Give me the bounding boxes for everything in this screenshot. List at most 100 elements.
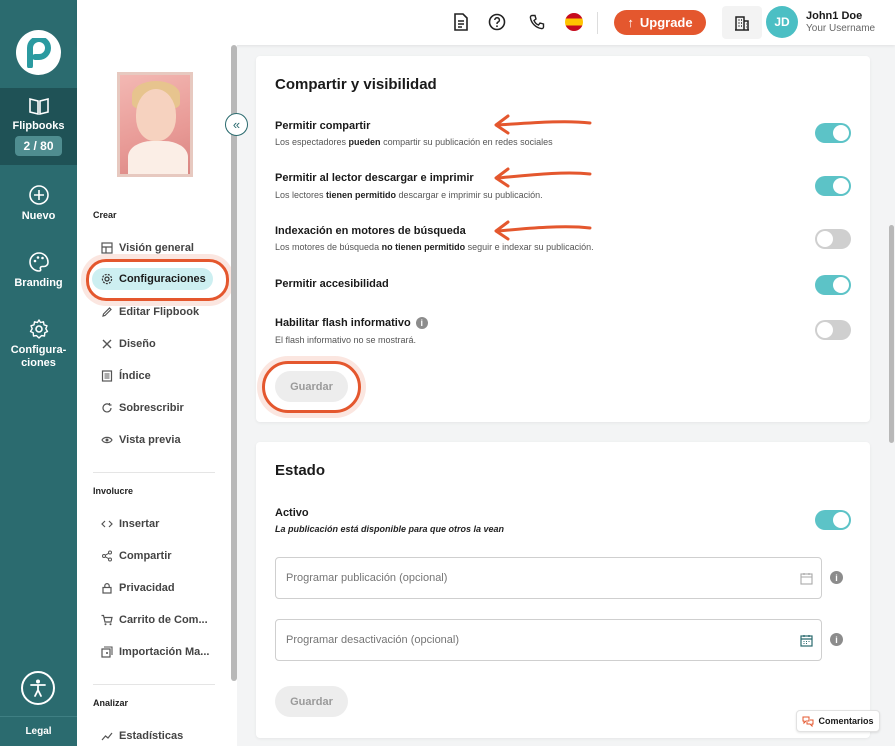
cover-body — [128, 141, 188, 174]
sidebar-item-label: Índice — [119, 370, 151, 382]
toggle-accessibility[interactable] — [815, 275, 851, 295]
pencil-icon — [102, 307, 112, 317]
toggle-search-indexing[interactable] — [815, 229, 851, 249]
sidebar-item-stats[interactable]: Estadísticas — [101, 729, 183, 743]
gear-icon — [101, 273, 113, 285]
sidebar-item-overwrite[interactable]: Sobrescribir — [101, 401, 184, 415]
sidebar-item-edit-flipbook[interactable]: Editar Flipbook — [101, 305, 199, 319]
deactivate-date-input[interactable] — [275, 619, 822, 661]
sidebar-item-design[interactable]: Diseño — [101, 337, 156, 351]
section-label-analizar: Analizar — [93, 698, 129, 708]
book-icon — [28, 97, 49, 116]
card-title: Estado — [275, 462, 326, 479]
palette-icon — [28, 252, 49, 272]
sidebar-item-label: Vista previa — [119, 434, 181, 446]
sidebar-item-cart[interactable]: Carrito de Com... — [101, 613, 208, 627]
sidebar-item-import[interactable]: Importación Ma... — [101, 645, 209, 659]
toggle-allow-share[interactable] — [815, 123, 851, 143]
sidebar-item-index[interactable]: Índice — [101, 369, 151, 383]
rail-item-flipbooks[interactable]: Flipbooks 2 / 80 — [0, 88, 77, 165]
setting-desc-active: La publicación está disponible para que … — [275, 524, 505, 534]
language-flag-icon[interactable] — [565, 13, 583, 31]
code-icon — [101, 520, 113, 528]
setting-title-download: Permitir al lector descargar e imprimir — [275, 172, 474, 184]
top-bar: ↑ Upgrade JD John1 Doe Your Username — [77, 0, 895, 45]
sidebar-item-settings[interactable]: Configuraciones — [92, 268, 213, 290]
trend-icon — [101, 732, 113, 741]
document-button[interactable] — [451, 12, 471, 32]
avatar[interactable]: JD — [766, 6, 798, 38]
sidebar-item-label: Diseño — [119, 338, 156, 350]
toggle-active[interactable] — [815, 510, 851, 530]
secondary-sidebar: Crear Visión general Configuraciones Edi… — [77, 45, 237, 746]
flipbook-count-badge: 2 / 80 — [15, 136, 62, 156]
arrow-up-icon: ↑ — [627, 15, 634, 30]
sidebar-item-preview[interactable]: Vista previa — [101, 433, 181, 447]
toggle-allow-download[interactable] — [815, 176, 851, 196]
comment-icon — [802, 716, 814, 727]
sidebar-item-share[interactable]: Compartir — [101, 549, 172, 563]
phone-button[interactable] — [527, 12, 547, 32]
rail-item-label: Flipbooks — [12, 120, 65, 132]
organization-button[interactable] — [722, 6, 762, 39]
plus-circle-icon — [28, 185, 49, 205]
double-chevron-left-icon: « — [232, 117, 241, 132]
accessibility-icon — [30, 679, 46, 697]
document-icon — [454, 13, 468, 31]
calendar-icon[interactable] — [800, 634, 813, 647]
setting-desc-share: Los espectadores pueden compartir su pub… — [275, 137, 553, 147]
sidebar-scrollbar[interactable] — [231, 45, 237, 681]
layout-icon — [101, 242, 113, 254]
lock-icon — [102, 583, 112, 594]
info-icon[interactable]: i — [830, 633, 843, 646]
user-username: Your Username — [806, 23, 876, 34]
rail-item-label: Configura- ciones — [10, 344, 67, 369]
setting-title-active: Activo — [275, 507, 309, 519]
save-button[interactable]: Guardar — [275, 686, 348, 717]
tools-icon — [102, 339, 112, 349]
section-label-involucre: Involucre — [93, 486, 134, 496]
list-icon — [101, 370, 113, 382]
toggle-flash-info[interactable] — [815, 320, 851, 340]
setting-title-flash: Habilitar flash informativo i — [275, 317, 428, 330]
main-scrollbar[interactable] — [889, 225, 894, 443]
share-icon — [102, 550, 112, 562]
help-button[interactable] — [487, 12, 507, 32]
legal-link[interactable]: Legal — [0, 716, 77, 746]
cart-icon — [101, 614, 113, 626]
upgrade-button[interactable]: ↑ Upgrade — [614, 10, 706, 35]
refresh-icon — [102, 403, 112, 413]
sidebar-item-label: Configuraciones — [119, 273, 206, 285]
rail-item-new[interactable]: Nuevo — [0, 184, 77, 222]
save-button[interactable]: Guardar — [275, 371, 348, 402]
comments-button[interactable]: Comentarios — [796, 710, 880, 732]
info-icon[interactable]: i — [830, 571, 843, 584]
accessibility-button[interactable] — [21, 671, 55, 705]
sidebar-item-privacy[interactable]: Privacidad — [101, 581, 175, 595]
sidebar-item-label: Editar Flipbook — [119, 306, 200, 318]
sidebar-item-overview[interactable]: Visión general — [101, 241, 194, 255]
setting-title-share: Permitir compartir — [275, 120, 371, 132]
sidebar-item-label: Compartir — [119, 550, 172, 562]
rail-item-branding[interactable]: Branding — [0, 251, 77, 289]
comments-label: Comentarios — [818, 716, 874, 726]
divider — [597, 12, 598, 34]
app-logo[interactable] — [16, 30, 61, 75]
flipbook-cover[interactable] — [117, 72, 193, 177]
sidebar-item-label: Importación Ma... — [119, 646, 210, 658]
info-icon[interactable]: i — [415, 317, 428, 330]
building-icon — [735, 15, 749, 31]
collapse-sidebar-button[interactable]: « — [225, 113, 248, 136]
sharing-visibility-card: Compartir y visibilidad Permitir compart… — [256, 56, 870, 422]
gear-icon — [29, 319, 48, 339]
sidebar-item-embed[interactable]: Insertar — [101, 517, 159, 531]
upgrade-label: Upgrade — [639, 15, 693, 30]
publish-date-input[interactable] — [275, 557, 822, 599]
status-card: Estado Activo La publicación está dispon… — [256, 442, 870, 738]
setting-desc-flash: El flash informativo no se mostrará. — [275, 335, 417, 345]
rail-item-label: Nuevo — [21, 210, 56, 222]
calendar-icon[interactable] — [800, 572, 813, 585]
rail-item-label: Branding — [14, 277, 63, 289]
rail-item-settings[interactable]: Configura- ciones — [0, 318, 77, 370]
help-icon — [488, 13, 506, 31]
